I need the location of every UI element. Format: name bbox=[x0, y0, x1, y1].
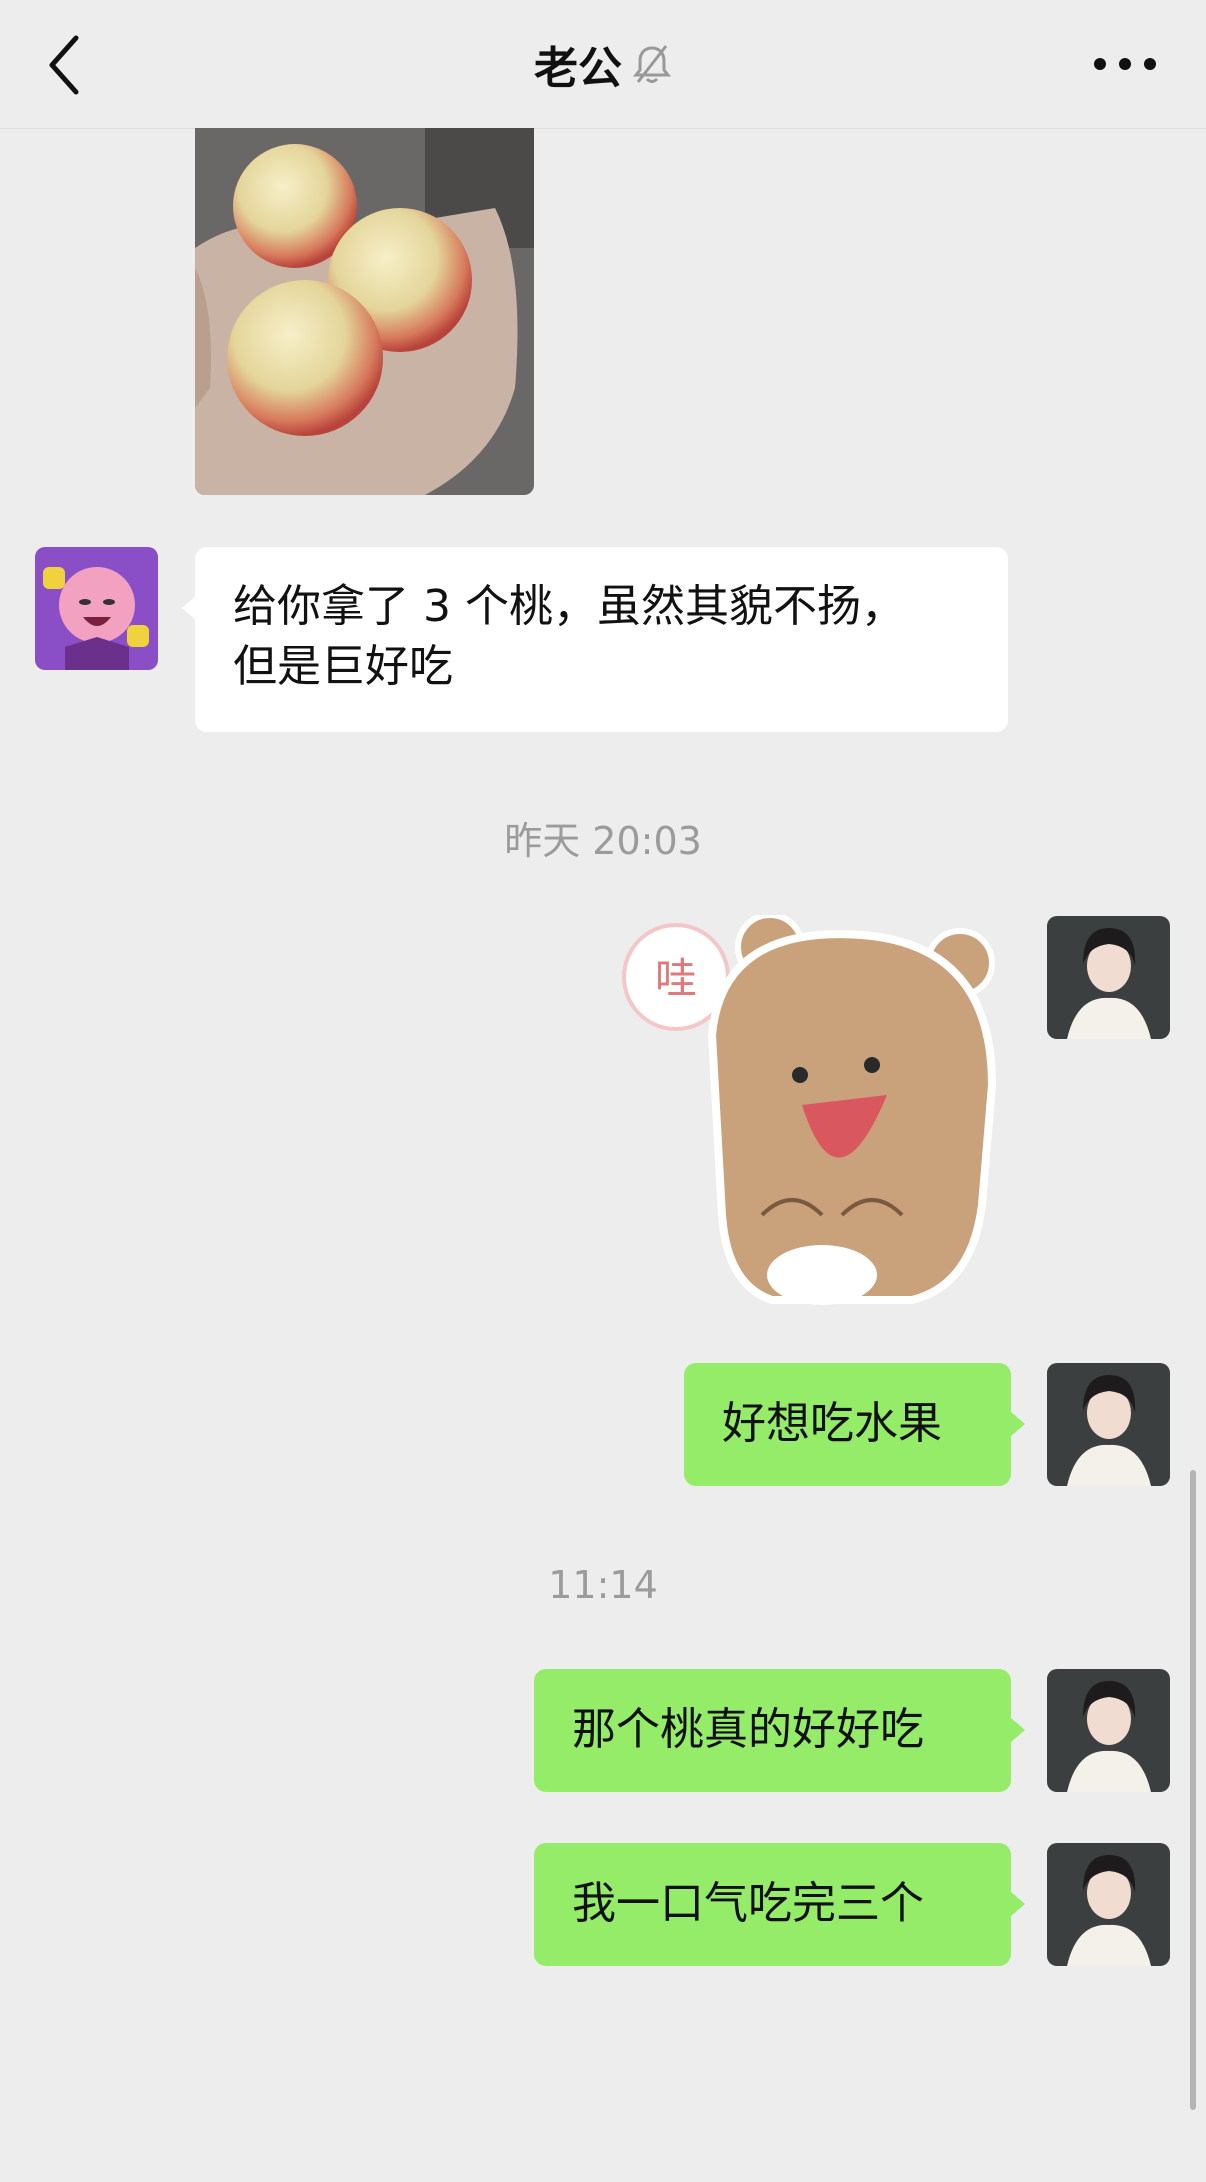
more-options-button[interactable] bbox=[1090, 50, 1160, 78]
message-text: 那个桃真的好好吃 bbox=[572, 1704, 924, 1755]
chat-title: 老公 bbox=[534, 43, 622, 94]
bear-sticker[interactable]: 哇 bbox=[612, 912, 1017, 1315]
message-text: 好想吃水果 bbox=[722, 1398, 942, 1449]
my-avatar[interactable] bbox=[1047, 1843, 1170, 1966]
my-avatar[interactable] bbox=[1047, 916, 1170, 1039]
my-avatar[interactable] bbox=[1047, 1363, 1170, 1486]
timestamp: 11:14 bbox=[548, 1563, 658, 1607]
bubble-tail bbox=[1011, 1412, 1025, 1436]
received-message-bubble[interactable]: 给你拿了 3 个桃，虽然其貌不扬， 但是巨好吃 bbox=[195, 547, 1008, 732]
message-text-line: 给你拿了 3 个桃，虽然其貌不扬， bbox=[233, 581, 905, 632]
bubble-tail bbox=[1011, 1892, 1025, 1916]
scrollbar[interactable] bbox=[1190, 1470, 1196, 2110]
message-text-line: 但是巨好吃 bbox=[233, 641, 453, 692]
contact-avatar[interactable] bbox=[35, 547, 158, 670]
sent-message-bubble[interactable]: 我一口气吃完三个 bbox=[534, 1843, 1011, 1966]
bubble-tail bbox=[182, 596, 196, 620]
timestamp: 昨天 20:03 bbox=[504, 819, 702, 863]
sent-message-bubble[interactable]: 好想吃水果 bbox=[684, 1363, 1011, 1486]
sent-message-bubble[interactable]: 那个桃真的好好吃 bbox=[534, 1669, 1011, 1792]
bubble-tail bbox=[1011, 1718, 1025, 1742]
bell-off-icon bbox=[632, 45, 672, 83]
more-horizontal-icon bbox=[1094, 58, 1156, 70]
sticker-text: 哇 bbox=[655, 954, 697, 1003]
message-text: 我一口气吃完三个 bbox=[572, 1878, 924, 1929]
title-area: 老公 bbox=[0, 0, 1206, 128]
peach-photo[interactable] bbox=[195, 128, 534, 495]
my-avatar[interactable] bbox=[1047, 1669, 1170, 1792]
